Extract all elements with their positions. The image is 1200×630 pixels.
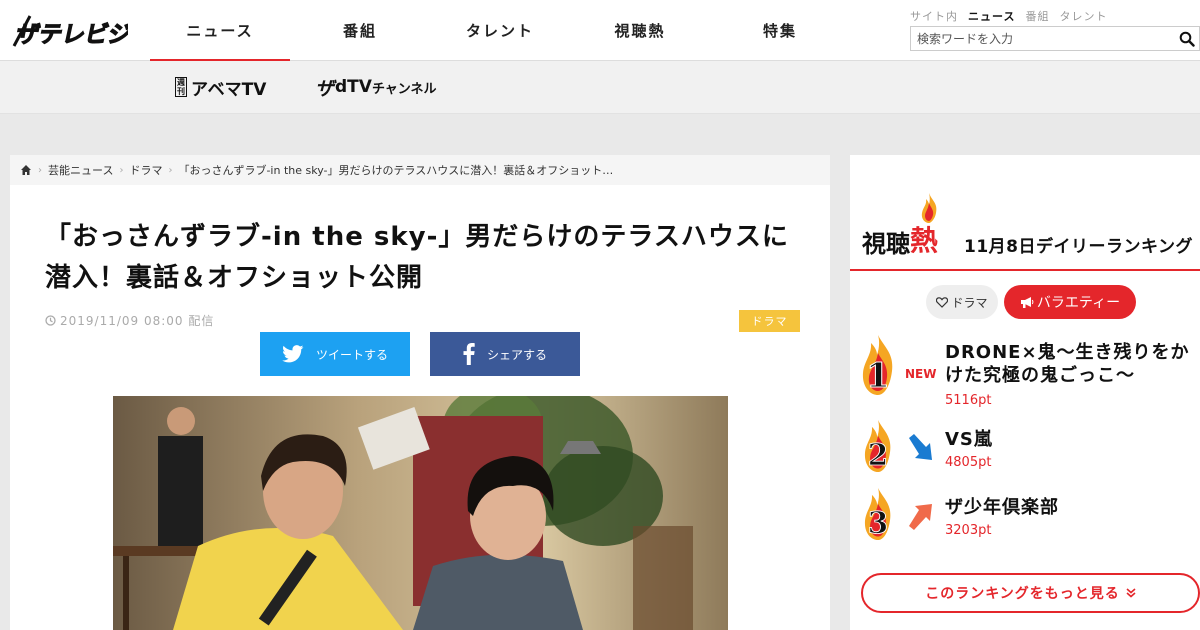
nav-item-features[interactable]: 特集 — [710, 0, 850, 61]
search-icon[interactable] — [1179, 31, 1195, 47]
flame-icon — [921, 193, 937, 223]
shichonetsu-logo: 視聴 熱 — [862, 193, 939, 259]
article-date-text: 2019/11/09 08:00 配信 — [60, 314, 215, 328]
new-badge: NEW — [905, 367, 937, 381]
dtv-label: dTV — [335, 77, 372, 97]
dtv-channel-link[interactable]: ザ dTV チャンネル — [315, 73, 437, 101]
rank-1-badge: 1 — [862, 335, 893, 395]
rank-2-badge: 2 — [864, 420, 891, 472]
dtv-prefix: ザ — [315, 77, 335, 100]
category-tag[interactable]: ドラマ — [739, 310, 800, 332]
double-chevron-down-icon — [1126, 588, 1136, 598]
search-tab-news[interactable]: ニュース — [968, 8, 1015, 24]
ranking-item-points: 5116pt — [945, 393, 992, 408]
main-nav: ニュース 番組 タレント 視聴熱 特集 — [150, 0, 850, 62]
site-logo[interactable]: ザテレビジョン — [10, 8, 181, 52]
breadcrumb-drama[interactable]: ドラマ — [129, 162, 162, 178]
twitter-icon — [282, 345, 304, 363]
heart-icon — [936, 296, 949, 308]
article-title: 「おっさんずラブ-in the sky-」男だらけのテラスハウスに潜入！裏話＆オ… — [45, 222, 789, 293]
facebook-share-button[interactable]: シェアする — [430, 332, 580, 376]
breadcrumb-current: 「おっさんずラブ-in the sky-」男だらけのテラスハウスに潜入！裏話＆オ… — [178, 164, 614, 177]
site-header: ザテレビジョン ニュース 番組 タレント 視聴熱 特集 サイト内 ニュース 番組… — [0, 0, 1200, 62]
facebook-icon — [463, 343, 475, 365]
svg-text:ザテレビジョン: ザテレビジョン — [14, 21, 128, 48]
tab-drama[interactable]: ドラマ — [926, 285, 998, 319]
search-input[interactable] — [911, 27, 1171, 50]
ranking-heading-b-text: 熱 — [910, 224, 939, 257]
ranking-item-title: VS嵐 — [945, 429, 993, 450]
ranking-heading-a: 視聴 — [862, 230, 910, 258]
ranking-heading-b: 熱 — [910, 193, 939, 259]
megaphone-icon — [1020, 297, 1034, 308]
abema-tv-link[interactable]: 週刊 アベマTV — [175, 73, 266, 101]
trend-up-icon — [909, 504, 932, 530]
tweet-label: ツイートする — [315, 347, 388, 362]
breadcrumb: › 芸能ニュース › ドラマ › 「おっさんずラブ-in the sky-」男だ… — [10, 155, 830, 185]
share-label: シェアする — [486, 347, 547, 362]
article-card: › 芸能ニュース › ドラマ › 「おっさんずラブ-in the sky-」男だ… — [10, 155, 830, 630]
rank-2-number: 2 — [868, 437, 889, 472]
nav-item-programs[interactable]: 番組 — [290, 0, 430, 61]
breadcrumb-entertainment-news[interactable]: 芸能ニュース — [48, 162, 113, 178]
search-tab-talent[interactable]: タレント — [1059, 8, 1107, 24]
rank-3-badge: 3 — [864, 488, 891, 540]
weekly-badge: 週刊 — [175, 77, 187, 97]
article-date: 2019/11/09 08:00 配信 — [45, 312, 214, 329]
ranking-item-points: 4805pt — [945, 455, 992, 470]
search-scope-tabs: サイト内 ニュース 番組 タレント — [910, 8, 1107, 24]
rank-3-number: 3 — [868, 505, 889, 540]
dtv-suffix: チャンネル — [371, 81, 437, 97]
search-tab-site[interactable]: サイト内 — [910, 8, 958, 24]
ranking-item-title: ザ少年倶楽部 — [945, 497, 1059, 518]
abema-label: アベマTV — [191, 79, 267, 100]
tab-drama-label: ドラマ — [951, 295, 988, 310]
ranking-sidebar: 視聴 熱 11月8日デイリーランキング ドラマ バラエティー 1 NEW DRO… — [850, 155, 1200, 630]
ranking-item[interactable]: 1 NEW DRONE×鬼〜生き残りをかけた究極の鬼ごっこ〜 5116pt — [850, 335, 1200, 410]
rank-1-number: 1 — [866, 356, 890, 395]
ranking-item[interactable]: 3 ザ少年倶楽部 3203pt — [850, 488, 1200, 548]
more-ranking-label: このランキングをもっと見る — [925, 586, 1120, 602]
sub-nav: 週刊 アベマTV ザ dTV チャンネル — [0, 61, 1200, 114]
chevron-right-icon: › — [38, 164, 42, 176]
ranking-genre-tabs: ドラマ バラエティー — [926, 285, 1136, 319]
home-icon[interactable] — [20, 164, 32, 176]
nav-item-talent[interactable]: タレント — [430, 0, 570, 61]
article-photo — [113, 396, 728, 630]
ranking-header: 視聴 熱 11月8日デイリーランキング — [850, 193, 1200, 271]
tab-variety[interactable]: バラエティー — [1004, 285, 1136, 319]
clock-icon — [45, 315, 56, 326]
more-ranking-button[interactable]: このランキングをもっと見る — [861, 573, 1200, 613]
ranking-item-title: DRONE×鬼〜生き残りをかけた究極の鬼ごっこ〜 — [945, 342, 1190, 386]
search-tab-programs[interactable]: 番組 — [1025, 8, 1049, 24]
nav-item-news[interactable]: ニュース — [150, 0, 290, 62]
nav-item-shichonetsu[interactable]: 視聴熱 — [570, 0, 710, 61]
tweet-button[interactable]: ツイートする — [260, 332, 410, 376]
chevron-right-icon: › — [119, 164, 124, 176]
chevron-right-icon: › — [168, 164, 173, 176]
ranking-date-title: 11月8日デイリーランキング — [964, 237, 1193, 257]
ranking-item[interactable]: 2 VS嵐 4805pt — [850, 420, 1200, 480]
search-box — [910, 26, 1200, 51]
tab-variety-label: バラエティー — [1036, 295, 1121, 311]
trend-down-icon — [909, 434, 932, 460]
ranking-item-points: 3203pt — [945, 523, 992, 538]
